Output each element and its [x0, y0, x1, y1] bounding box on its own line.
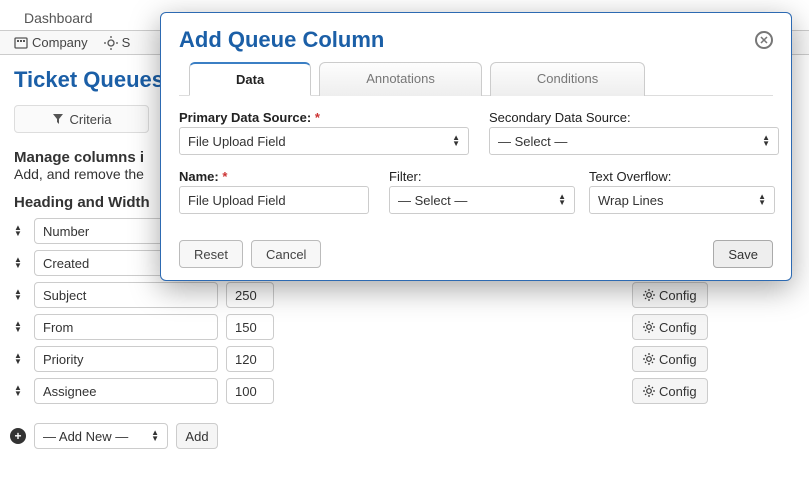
name-value: File Upload Field: [188, 193, 286, 208]
config-label: Config: [659, 352, 697, 367]
toolbar-settings[interactable]: S: [104, 35, 131, 50]
overflow-label: Text Overflow:: [589, 169, 779, 186]
primary-source-value: File Upload Field: [188, 134, 286, 149]
tab-dashboard[interactable]: Dashboard: [14, 6, 103, 30]
column-name-value: Priority: [43, 352, 83, 367]
secondary-source-label: Secondary Data Source:: [489, 110, 789, 127]
config-label: Config: [659, 288, 697, 303]
reset-button[interactable]: Reset: [179, 240, 243, 268]
column-name-value: Subject: [43, 288, 86, 303]
column-row: ▲▼ Priority 120 Config: [10, 343, 799, 375]
config-label: Config: [659, 384, 697, 399]
config-button[interactable]: Config: [632, 346, 708, 372]
column-width-input[interactable]: 150: [226, 314, 274, 340]
primary-source-select[interactable]: File Upload Field ▲▼: [179, 127, 469, 155]
filter-icon: [52, 113, 64, 125]
column-width-value: 120: [235, 352, 257, 367]
tab-conditions[interactable]: Conditions: [490, 62, 645, 96]
column-name-value: From: [43, 320, 73, 335]
column-name-value: Number: [43, 224, 89, 239]
add-new-select[interactable]: — Add New — ▲▼: [34, 423, 168, 449]
toolbar-company[interactable]: Company: [14, 35, 88, 50]
toolbar-settings-label: S: [122, 35, 131, 50]
config-button[interactable]: Config: [632, 282, 708, 308]
column-width-value: 250: [235, 288, 257, 303]
add-new-placeholder: — Add New —: [43, 429, 128, 444]
gear-icon: [104, 36, 118, 50]
drag-handle-icon[interactable]: ▲▼: [10, 351, 26, 367]
column-row: ▲▼ Subject 250 Config: [10, 279, 799, 311]
column-name-input[interactable]: Subject: [34, 282, 218, 308]
dialog-tabs: Data Annotations Conditions: [179, 61, 773, 96]
gear-icon: [643, 321, 655, 333]
select-caret-icon: ▲▼: [452, 135, 460, 146]
column-name-input[interactable]: Priority: [34, 346, 218, 372]
gear-icon: [643, 385, 655, 397]
drag-handle-icon[interactable]: ▲▼: [10, 255, 26, 271]
filter-value: — Select —: [398, 193, 467, 208]
select-caret-icon: ▲▼: [762, 135, 770, 146]
column-name-input[interactable]: Assignee: [34, 378, 218, 404]
column-width-input[interactable]: 100: [226, 378, 274, 404]
add-icon: +: [10, 428, 26, 444]
close-icon[interactable]: ✕: [755, 31, 773, 49]
column-width-value: 150: [235, 320, 257, 335]
drag-handle-icon[interactable]: ▲▼: [10, 223, 26, 239]
filter-label: Filter:: [389, 169, 579, 186]
column-name-value: Assignee: [43, 384, 96, 399]
overflow-select[interactable]: Wrap Lines ▲▼: [589, 186, 775, 214]
criteria-label: Criteria: [70, 112, 112, 127]
gear-icon: [643, 353, 655, 365]
filter-select[interactable]: — Select — ▲▼: [389, 186, 575, 214]
add-button[interactable]: Add: [176, 423, 218, 449]
column-width-value: 100: [235, 384, 257, 399]
drag-handle-icon[interactable]: ▲▼: [10, 319, 26, 335]
select-caret-icon: ▲▼: [151, 430, 159, 441]
column-width-input[interactable]: 120: [226, 346, 274, 372]
drag-handle-icon[interactable]: ▲▼: [10, 287, 26, 303]
config-button[interactable]: Config: [632, 314, 708, 340]
column-name-value: Created: [43, 256, 89, 271]
column-row: ▲▼ Assignee 100 Config: [10, 375, 799, 407]
column-width-input[interactable]: 250: [226, 282, 274, 308]
add-queue-column-dialog: Add Queue Column ✕ Data Annotations Cond…: [160, 12, 792, 281]
column-row: ▲▼ From 150 Config: [10, 311, 799, 343]
drag-handle-icon[interactable]: ▲▼: [10, 383, 26, 399]
toolbar-company-label: Company: [32, 35, 88, 50]
save-button[interactable]: Save: [713, 240, 773, 268]
config-label: Config: [659, 320, 697, 335]
tab-data[interactable]: Data: [189, 62, 311, 96]
overflow-value: Wrap Lines: [598, 193, 664, 208]
criteria-button[interactable]: Criteria: [14, 105, 149, 133]
select-caret-icon: ▲▼: [558, 194, 566, 205]
column-name-input[interactable]: From: [34, 314, 218, 340]
name-input[interactable]: File Upload Field: [179, 186, 369, 214]
select-caret-icon: ▲▼: [758, 194, 766, 205]
primary-source-label: Primary Data Source: *: [179, 110, 479, 127]
secondary-source-value: — Select —: [498, 134, 567, 149]
gear-icon: [643, 289, 655, 301]
cancel-button[interactable]: Cancel: [251, 240, 321, 268]
config-button[interactable]: Config: [632, 378, 708, 404]
dialog-title: Add Queue Column: [179, 27, 384, 53]
secondary-source-select[interactable]: — Select — ▲▼: [489, 127, 779, 155]
company-icon: [14, 36, 28, 50]
name-label: Name: *: [179, 169, 379, 186]
tab-annotations[interactable]: Annotations: [319, 62, 482, 96]
